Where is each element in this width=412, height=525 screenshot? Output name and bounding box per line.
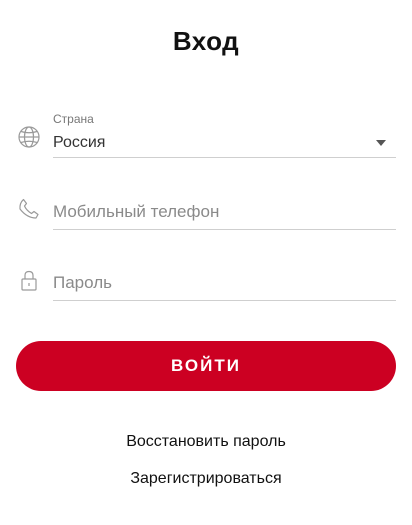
page-title: Вход [172, 26, 240, 56]
chevron-down-icon[interactable] [376, 140, 386, 146]
password-underline [53, 300, 396, 301]
phone-field-container [16, 182, 396, 230]
login-page: Вход Страна Россия Мобильный телефон ВОЙ… [0, 0, 412, 525]
phone-underline [53, 229, 396, 230]
country-select[interactable]: Страна Россия [16, 110, 396, 158]
password-field-container [16, 253, 396, 301]
lock-icon [16, 267, 42, 293]
country-label: Страна [53, 112, 94, 126]
phone-icon [16, 196, 42, 222]
country-underline [53, 157, 396, 158]
globe-icon [16, 124, 42, 150]
password-input[interactable] [53, 273, 383, 293]
register-link[interactable]: Зарегистрироваться [0, 470, 412, 488]
restore-password-link[interactable]: Восстановить пароль [0, 433, 412, 451]
login-button[interactable]: ВОЙТИ [16, 341, 396, 391]
country-value[interactable]: Россия [53, 134, 105, 152]
phone-input[interactable] [53, 202, 383, 222]
